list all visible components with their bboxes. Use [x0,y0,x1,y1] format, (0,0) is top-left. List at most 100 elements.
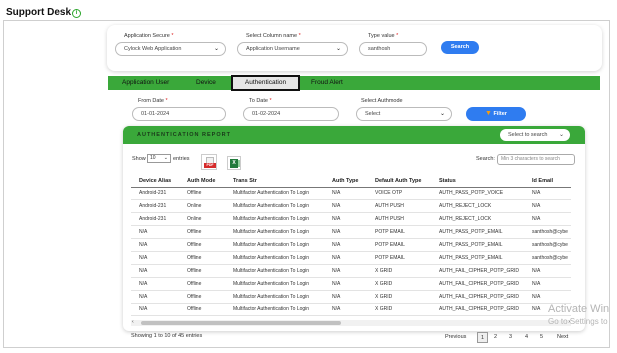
scrollbar-thumb[interactable] [141,321,341,325]
table-info: Showing 1 to 10 of 45 entries [131,333,203,339]
column-header[interactable]: Status [437,176,526,188]
table-cell: N/A [330,277,373,291]
table-cell: N/A [526,187,571,201]
entries-label: entries [173,156,190,162]
report-table: Device Alias Auth Mode Trans Str Auth Ty… [131,176,571,317]
table-cell: Offline [181,187,227,201]
table-cell: Multifactor Authentication To Login [227,251,330,265]
table-cell: POTP EMAIL [373,251,437,265]
report-card: AUTHENTICATION REPORT Select to search ⌄ … [123,126,585,331]
pdf-icon: PDF [204,163,216,168]
table-cell: N/A [131,303,181,317]
table-row[interactable]: Android-231 Online Multifactor Authenticat… [131,199,571,214]
table-cell: Multifactor Authentication To Login [227,290,330,304]
table-cell: X GRID [373,277,437,291]
chevron-down-icon: ⌄ [558,132,564,138]
report-search-input[interactable]: Min 3 characters to search [497,154,575,165]
entries-select[interactable]: 10 ⌄ [147,154,171,163]
table-cell: Multifactor Authentication To Login [227,277,330,291]
page-button-4[interactable]: 4 [525,332,528,343]
table-cell: Multifactor Authentication To Login [227,199,330,214]
table-row[interactable]: Android-231 Offline Multifactor Authentica… [131,187,571,201]
table-cell: X GRID [373,264,437,278]
column-header[interactable]: Default Auth Type [373,176,437,188]
app-secure-label: Application Secure * [124,33,174,39]
chevron-down-icon: ⌄ [213,46,219,52]
column-name-select[interactable]: Application Username ⌄ [237,42,348,56]
previous-page-button[interactable]: Previous [445,332,466,343]
tab-bar: Application User Device Authentication F… [108,75,600,91]
table-cell: AUTH_PASS_POTP_EMAIL [437,238,526,252]
column-header[interactable]: Device Alias [131,176,181,188]
page-button-2[interactable]: 2 [494,332,497,343]
table-cell: Offline [181,264,227,278]
table-cell: N/A [330,225,373,240]
report-header: AUTHENTICATION REPORT Select to search ⌄ [123,126,585,144]
table-cell: N/A [526,199,571,214]
tab-application-user[interactable]: Application User [122,76,169,90]
column-header[interactable]: Trans Str [227,176,330,188]
support-desk-page: Support Desk i Application Secure * Cyloc… [0,0,617,353]
table-cell: N/A [330,199,373,214]
table-cell: N/A [131,238,181,252]
table-cell: Offline [181,251,227,265]
table-cell: POTP EMAIL [373,225,437,240]
tab-froud-alert[interactable]: Froud Alert [311,76,343,90]
table-row[interactable]: Android-231 Online Multifactor Authenticat… [131,212,571,227]
column-header[interactable]: Auth Mode [181,176,227,188]
table-cell: AUTH_FAIL_CIPHER_POTP_GRID [437,303,526,317]
table-cell: Multifactor Authentication To Login [227,264,330,278]
tab-authentication[interactable]: Authentication [231,75,300,91]
pdf-export-button[interactable]: PDF [201,154,217,170]
table-row[interactable]: N/A Offline Multifactor Authentication To … [131,238,571,252]
page-title: Support Desk i [6,7,82,18]
type-value-input[interactable]: santhosh [359,42,427,56]
app-secure-select[interactable]: Cylock Web Application ⌄ [115,42,226,56]
table-row[interactable]: N/A Offline Multifactor Authentication To … [131,277,571,291]
table-cell: N/A [330,238,373,252]
show-label: Show [132,156,146,162]
table-cell: santhosh@cybe [526,225,571,240]
table-cell: AUTH PUSH [373,212,437,227]
excel-icon: X [230,159,238,168]
page-button-1[interactable]: 1 [477,332,488,343]
page-button-3[interactable]: 3 [509,332,512,343]
info-icon[interactable]: i [72,9,82,18]
table-cell: N/A [526,212,571,227]
authmode-select[interactable]: Select ⌄ [356,107,452,121]
table-row[interactable]: N/A Offline Multifactor Authentication To … [131,290,571,304]
table-row[interactable]: N/A Offline Multifactor Authentication To … [131,303,571,317]
table-cell: N/A [131,277,181,291]
table-cell: N/A [330,264,373,278]
table-cell: N/A [330,187,373,201]
column-header[interactable]: Auth Type [330,176,373,188]
from-date-input[interactable]: 01-01-2024 [132,107,226,121]
table-cell: Multifactor Authentication To Login [227,212,330,227]
chevron-down-icon: ⌄ [439,111,445,117]
table-cell: VOICE OTP [373,187,437,201]
search-button[interactable]: Search [441,41,479,54]
table-cell: Online [181,212,227,227]
table-cell: N/A [330,303,373,317]
table-cell: Offline [181,238,227,252]
activate-windows-hint: Go to Settings to [548,317,608,326]
to-date-input[interactable]: 01-02-2024 [243,107,339,121]
table-cell: Multifactor Authentication To Login [227,238,330,252]
table-row[interactable]: N/A Offline Multifactor Authentication To … [131,251,571,265]
excel-export-button[interactable]: X [227,156,241,170]
column-header[interactable]: Id Email [526,176,571,188]
table-cell: AUTH_FAIL_CIPHER_POTP_GRID [437,290,526,304]
table-cell: Online [181,199,227,214]
select-to-search-dropdown[interactable]: Select to search ⌄ [500,129,570,141]
page-button-5[interactable]: 5 [540,332,543,343]
horizontal-scrollbar[interactable]: ‹ › [131,319,571,326]
table-cell: AUTH_PASS_POTP_VOICE [437,187,526,201]
table-row[interactable]: N/A Offline Multifactor Authentication To … [131,225,571,240]
next-page-button[interactable]: Next [557,332,568,343]
scroll-left-icon[interactable]: ‹ [132,319,134,325]
tab-device[interactable]: Device [196,76,216,90]
table-row[interactable]: N/A Offline Multifactor Authentication To … [131,264,571,278]
filter-button[interactable]: ▼ Filter [466,107,526,121]
table-cell: Android-231 [131,199,181,214]
table-cell: santhosh@cybe [526,251,571,265]
